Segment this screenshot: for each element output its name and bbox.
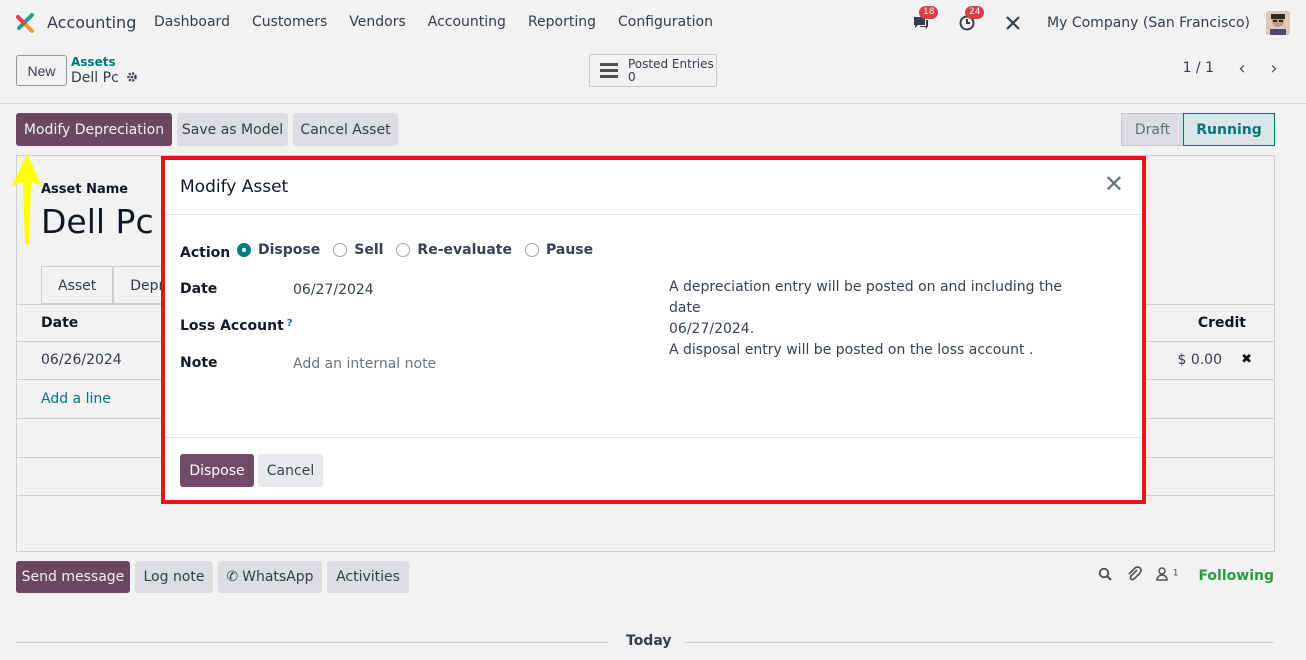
note-label: Note [180, 355, 218, 371]
date-field[interactable]: 06/27/2024 [293, 282, 374, 298]
loss-account-label: Loss Account [180, 318, 284, 334]
date-label: Date [180, 281, 218, 297]
help-tooltip-icon[interactable]: ? [287, 318, 293, 329]
action-label: Action [180, 245, 231, 261]
radio-re-evaluate[interactable]: Re-evaluate [396, 242, 512, 258]
dispose-button[interactable]: Dispose [180, 454, 254, 487]
loss-account-label-wrap: Loss Account? [180, 318, 293, 334]
radio-dispose[interactable]: Dispose [237, 242, 320, 258]
radio-dispose-dot[interactable] [237, 243, 251, 257]
modal-title: Modify Asset [180, 177, 289, 197]
note-field[interactable]: Add an internal note [293, 356, 436, 372]
cancel-button[interactable]: Cancel [258, 454, 323, 487]
radio-sell[interactable]: Sell [333, 242, 383, 258]
info-line-2: 06/27/2024. [669, 321, 755, 337]
radio-pause-label[interactable]: Pause [546, 242, 593, 258]
radio-pause-dot[interactable] [524, 243, 539, 257]
radio-sell-dot[interactable] [333, 243, 348, 257]
modal-header: Modify Asset ✕ [165, 160, 1142, 215]
loss-account-field[interactable] [293, 317, 623, 337]
radio-re-evaluate-dot[interactable] [396, 243, 411, 257]
radio-re-evaluate-label[interactable]: Re-evaluate [417, 242, 512, 258]
modal-footer-divider [165, 437, 1142, 438]
info-line-1: A depreciation entry will be posted on a… [669, 279, 1062, 316]
close-icon[interactable]: ✕ [1104, 172, 1124, 196]
annotation-arrow [12, 154, 42, 244]
info-message: A depreciation entry will be posted on a… [669, 277, 1069, 361]
info-line-3: A disposal entry will be posted on the l… [669, 342, 1034, 358]
action-radio-group: Dispose Sell Re-evaluate Pause [237, 242, 606, 258]
modify-asset-dialog: Modify Asset ✕ Action Dispose Sell Re-ev… [161, 156, 1146, 504]
radio-sell-label[interactable]: Sell [354, 242, 383, 258]
radio-dispose-label[interactable]: Dispose [258, 242, 320, 258]
radio-pause[interactable]: Pause [524, 242, 593, 258]
